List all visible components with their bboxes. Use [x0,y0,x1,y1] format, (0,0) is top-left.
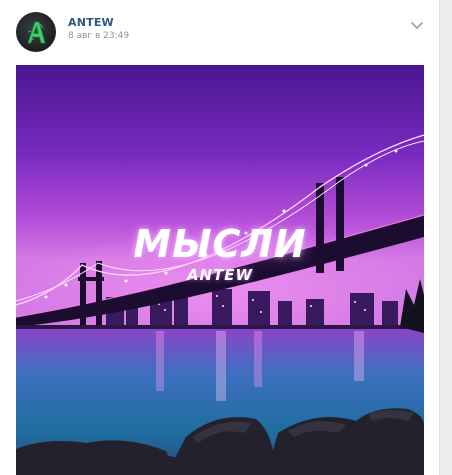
avatar-letter-icon [27,21,46,44]
chevron-down-icon[interactable] [409,17,425,29]
post-image[interactable]: МЫСЛИ ANTEW [16,65,424,475]
post-card: ANTEW 8 авг в 23:49 МЫСЛИ ANTEW [0,0,440,475]
post-date[interactable]: 8 авг в 23:49 [68,31,129,41]
author-name[interactable]: ANTEW [68,16,114,29]
cover-artist: ANTEW [186,266,254,284]
cover-title: МЫСЛИ [133,222,307,266]
avatar[interactable] [16,12,56,52]
